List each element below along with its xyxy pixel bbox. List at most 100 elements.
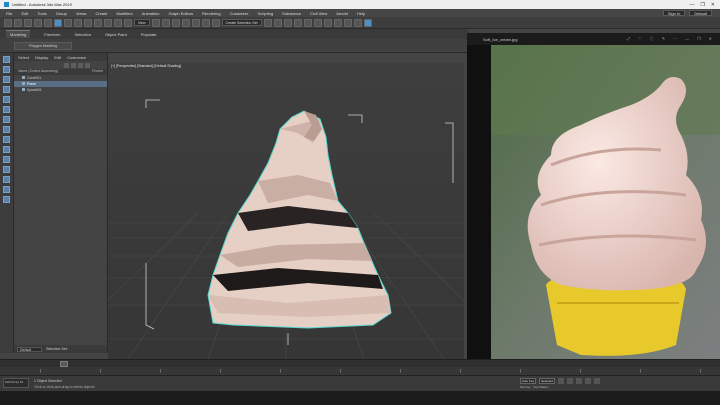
workspace-dropdown[interactable]: Default (689, 10, 712, 16)
render-setup-icon[interactable] (343, 18, 352, 27)
bind-icon[interactable] (44, 18, 52, 27)
hierarchy-icon[interactable] (85, 62, 90, 68)
menu-views[interactable]: Views (76, 11, 87, 16)
menu-graph-editors[interactable]: Graph Editors (168, 11, 193, 16)
minimize-icon[interactable]: — (685, 36, 689, 42)
time-slider[interactable] (0, 359, 720, 367)
fullscreen-icon[interactable]: ⤢ (627, 36, 630, 42)
selection-set-dropdown[interactable]: Create Selection Set (221, 19, 262, 26)
explorer-tab-select[interactable]: Select (18, 55, 29, 60)
layer-dropdown[interactable]: Default (17, 346, 43, 352)
rotate-icon[interactable] (104, 18, 112, 27)
groups-filter-icon[interactable] (3, 146, 10, 153)
select-object-icon[interactable] (54, 18, 62, 27)
maxscript-listener[interactable]: MAXScript Mi (3, 378, 29, 388)
ribbon-tab-populate[interactable]: Populate (141, 32, 157, 37)
scene-explorer-icon[interactable] (283, 18, 292, 27)
more-icon[interactable]: ⋯ (673, 36, 677, 42)
layers-icon[interactable] (78, 62, 83, 68)
rect-select-icon[interactable] (74, 18, 82, 27)
window-crossing-icon[interactable] (84, 18, 92, 27)
maximize-button[interactable]: ❐ (700, 2, 704, 8)
shapes-filter-icon[interactable] (3, 96, 10, 103)
edit-icon[interactable]: ✎ (662, 36, 665, 42)
menu-animation[interactable]: Animation (142, 11, 160, 16)
schematic-view-icon[interactable] (323, 18, 332, 27)
snap-icon[interactable] (171, 18, 180, 27)
percent-snap-icon[interactable] (191, 18, 200, 27)
ribbon-tab-modeling[interactable]: Modeling (6, 30, 31, 38)
menu-create[interactable]: Create (95, 11, 107, 16)
viewport-label[interactable]: [+] [Perspective] [Standard] [Default Sh… (111, 64, 181, 68)
mirror-icon[interactable] (263, 18, 272, 27)
render-production-icon[interactable] (363, 18, 372, 27)
polygon-modeling-group[interactable]: Polygon Modeling (14, 42, 72, 50)
menu-rendering[interactable]: Rendering (202, 11, 220, 16)
unlink-icon[interactable] (34, 18, 42, 27)
close-button[interactable]: ✕ (711, 2, 715, 8)
signin-button[interactable]: Sign In (662, 10, 686, 16)
goto-start-icon[interactable] (558, 378, 564, 384)
geometry-filter-icon[interactable] (3, 86, 10, 93)
helpers-filter-icon[interactable] (3, 126, 10, 133)
ribbon-tab-selection[interactable]: Selection (74, 32, 90, 37)
info-icon[interactable]: ⓘ (650, 36, 654, 42)
prev-frame-icon[interactable] (567, 378, 573, 384)
curve-editor-icon[interactable] (313, 18, 322, 27)
perspective-viewport[interactable]: [+] [Perspective] [Standard] [Default Sh… (108, 63, 464, 359)
next-frame-icon[interactable] (585, 378, 591, 384)
maximize-icon[interactable]: ❐ (697, 36, 701, 42)
auto-key-button[interactable]: Auto Key (520, 378, 536, 384)
menu-tools[interactable]: Tools (37, 11, 46, 16)
bones-filter-icon[interactable] (3, 166, 10, 173)
goto-end-icon[interactable] (594, 378, 600, 384)
filter-icon[interactable] (64, 62, 69, 68)
menu-substance[interactable]: Substance (282, 11, 301, 16)
containers-filter-icon[interactable] (3, 176, 10, 183)
lights-filter-icon[interactable] (3, 106, 10, 113)
key-filters-button[interactable]: Key Filters... (534, 385, 551, 389)
layer-explorer-icon[interactable] (293, 18, 302, 27)
display-none-icon[interactable] (3, 66, 10, 73)
menu-civil-view[interactable]: Civil View (310, 11, 327, 16)
place-icon[interactable] (124, 18, 132, 27)
pivot-icon[interactable] (151, 18, 160, 27)
display-all-icon[interactable] (3, 76, 10, 83)
ribbon-toggle-icon[interactable] (303, 18, 312, 27)
select-by-name-icon[interactable] (64, 18, 72, 27)
select-manipulate-icon[interactable] (161, 18, 170, 27)
angle-snap-icon[interactable] (181, 18, 190, 27)
edit-named-sel-icon[interactable] (211, 18, 220, 27)
ribbon-tab-freeform[interactable]: Freeform (44, 32, 60, 37)
cameras-filter-icon[interactable] (3, 116, 10, 123)
menu-arnold[interactable]: Arnold (336, 11, 348, 16)
explorer-tab-customize[interactable]: Customize (67, 55, 86, 60)
spinner-snap-icon[interactable] (201, 18, 210, 27)
play-icon[interactable] (576, 378, 582, 384)
link-icon[interactable] (24, 18, 32, 27)
menu-file[interactable]: File (6, 11, 12, 16)
xrefs-filter-icon[interactable] (3, 156, 10, 163)
explorer-tab-display[interactable]: Display (35, 55, 48, 60)
menu-group[interactable]: Group (56, 11, 67, 16)
close-icon[interactable]: ✕ (709, 36, 712, 42)
select-icon[interactable] (3, 56, 10, 63)
reference-coord-dropdown[interactable]: View (134, 19, 150, 26)
render-frame-icon[interactable] (353, 18, 362, 27)
favorite-icon[interactable]: ♡ (638, 36, 642, 42)
selected-dropdown[interactable]: Selected (539, 378, 555, 384)
menu-scripting[interactable]: Scripting (258, 11, 274, 16)
set-key-button[interactable]: Set Key (520, 385, 531, 389)
menu-modifiers[interactable]: Modifiers (116, 11, 132, 16)
menu-edit[interactable]: Edit (21, 11, 28, 16)
menu-help[interactable]: Help (357, 11, 365, 16)
menu-customize[interactable]: Customize (230, 11, 249, 16)
spacewarps-filter-icon[interactable] (3, 136, 10, 143)
frozen-filter-icon[interactable] (3, 186, 10, 193)
minimize-button[interactable]: — (689, 2, 694, 8)
track-bar[interactable] (0, 367, 720, 375)
redo-icon[interactable] (14, 18, 22, 27)
move-icon[interactable] (94, 18, 102, 27)
scale-icon[interactable] (114, 18, 122, 27)
align-icon[interactable] (273, 18, 282, 27)
